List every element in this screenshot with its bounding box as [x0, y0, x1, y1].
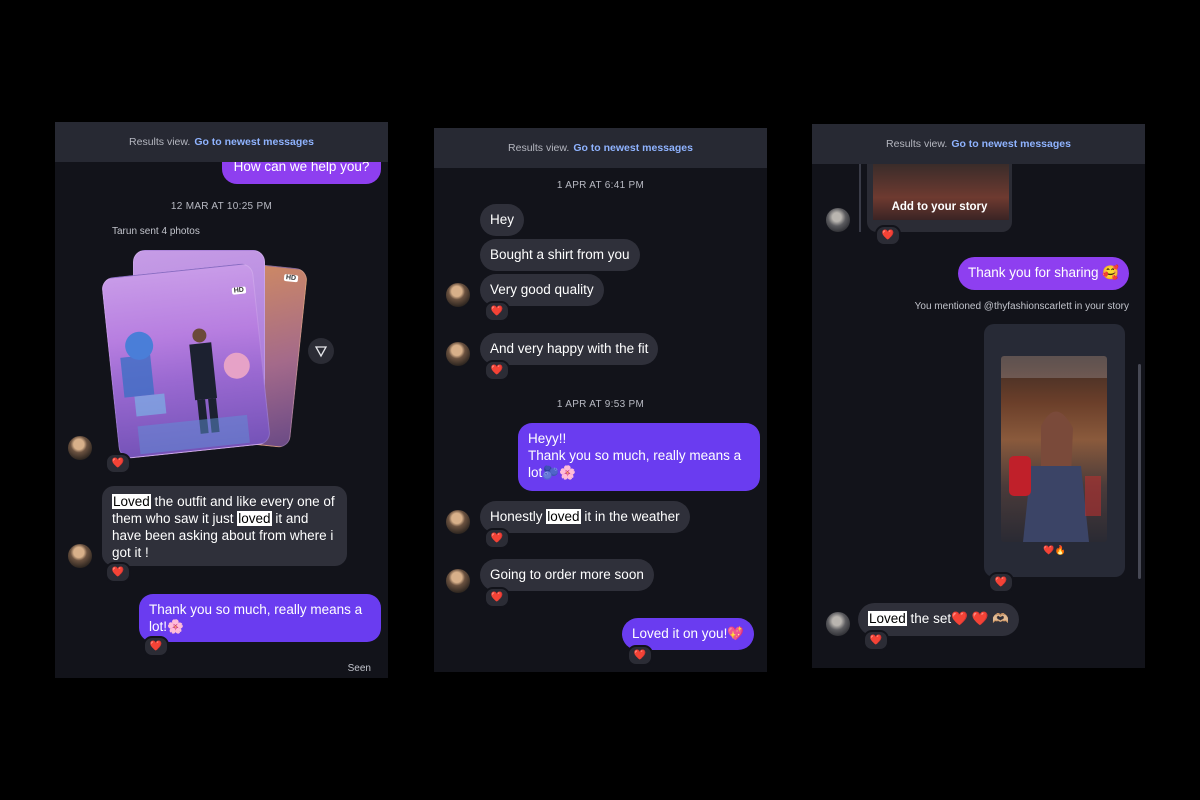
avatar[interactable] — [68, 436, 92, 460]
avatar[interactable] — [446, 510, 470, 534]
heart-reaction-icon[interactable]: ❤️ — [863, 630, 889, 651]
incoming-message[interactable]: Hey — [480, 204, 525, 236]
results-banner: Results view. Go to newest messages — [812, 124, 1145, 164]
message-text: it in the weather — [580, 509, 680, 524]
incoming-message[interactable]: Bought a shirt from you — [480, 239, 640, 271]
send-icon — [314, 346, 328, 358]
timestamp: 12 MAR AT 10:25 PM — [170, 201, 273, 212]
reply-line — [859, 164, 861, 232]
add-to-story-button[interactable]: Add to your story — [867, 201, 1012, 213]
outgoing-message[interactable]: Thank you for sharing 🥰 — [958, 257, 1130, 290]
outgoing-message[interactable]: Heyy!! Thank you so much, really means a… — [518, 423, 760, 491]
message-text: Honestly — [490, 509, 547, 524]
chat-panel-1: Results view. Go to newest messages How … — [55, 122, 388, 678]
results-view-label: Results view. — [129, 136, 191, 148]
avatar[interactable] — [68, 544, 92, 568]
heart-reaction-icon[interactable]: ❤️ — [105, 562, 131, 583]
heart-reaction-icon[interactable]: ❤️ — [484, 360, 510, 381]
heart-reaction-icon[interactable]: ❤️ — [627, 645, 653, 666]
shared-story-card[interactable]: Add to your story — [867, 164, 1012, 232]
incoming-message[interactable]: And very happy with the fit — [480, 333, 659, 365]
heart-reaction-icon[interactable]: ❤️ — [105, 453, 131, 474]
incoming-message[interactable]: Loved the outfit and like every one of t… — [102, 486, 347, 566]
message-text: the set❤️ ❤️ 🫶🏼 — [906, 611, 1010, 626]
avatar[interactable] — [826, 612, 850, 636]
story-image — [1001, 356, 1107, 542]
results-view-label: Results view. — [886, 138, 948, 150]
heart-reaction-icon[interactable]: ❤️ — [143, 636, 169, 657]
search-highlight: loved — [546, 509, 581, 524]
heart-reaction-icon[interactable]: ❤️ — [988, 572, 1014, 593]
timestamp: 1 APR AT 9:53 PM — [556, 399, 645, 410]
search-highlight: Loved — [868, 611, 907, 626]
go-to-newest-link[interactable]: Go to newest messages — [951, 138, 1071, 150]
results-banner: Results view. Go to newest messages — [434, 128, 767, 168]
hd-badge: HD — [283, 273, 299, 283]
heart-reaction-icon[interactable]: ❤️ — [484, 587, 510, 608]
mention-notice: You mentioned @thyfashionscarlett in you… — [914, 301, 1129, 312]
avatar[interactable] — [446, 342, 470, 366]
results-banner: Results view. Go to newest messages — [55, 122, 388, 162]
avatar[interactable] — [826, 208, 850, 232]
seen-status: Seen — [347, 663, 371, 674]
search-highlight: loved — [237, 511, 272, 526]
story-mention-card[interactable]: ❤️🔥 — [984, 324, 1125, 577]
avatar[interactable] — [446, 283, 470, 307]
heart-reaction-icon[interactable]: ❤️ — [484, 301, 510, 322]
timestamp: 1 APR AT 6:41 PM — [556, 180, 645, 191]
chat-panel-3: Results view. Go to newest messages Add … — [812, 124, 1145, 668]
scrollbar[interactable] — [1138, 364, 1141, 579]
story-caption: ❤️🔥 — [1043, 545, 1066, 555]
sent-photos-label: Tarun sent 4 photos — [112, 226, 200, 237]
incoming-message[interactable]: Honestly loved it in the weather — [480, 501, 690, 533]
share-photo-button[interactable] — [308, 338, 334, 364]
heart-reaction-icon[interactable]: ❤️ — [484, 528, 510, 549]
results-view-label: Results view. — [508, 142, 570, 154]
go-to-newest-link[interactable]: Go to newest messages — [573, 142, 693, 154]
go-to-newest-link[interactable]: Go to newest messages — [194, 136, 314, 148]
search-highlight: Loved — [112, 494, 151, 509]
photo-image — [120, 328, 250, 455]
heart-reaction-icon[interactable]: ❤️ — [875, 225, 901, 246]
outgoing-message[interactable]: Thank you so much, really means a lot!🌸 — [139, 594, 381, 642]
avatar[interactable] — [446, 569, 470, 593]
chat-panel-2: Results view. Go to newest messages 1 AP… — [434, 128, 767, 672]
photo-card-front[interactable]: HD — [100, 262, 272, 460]
incoming-message[interactable]: Going to order more soon — [480, 559, 654, 591]
